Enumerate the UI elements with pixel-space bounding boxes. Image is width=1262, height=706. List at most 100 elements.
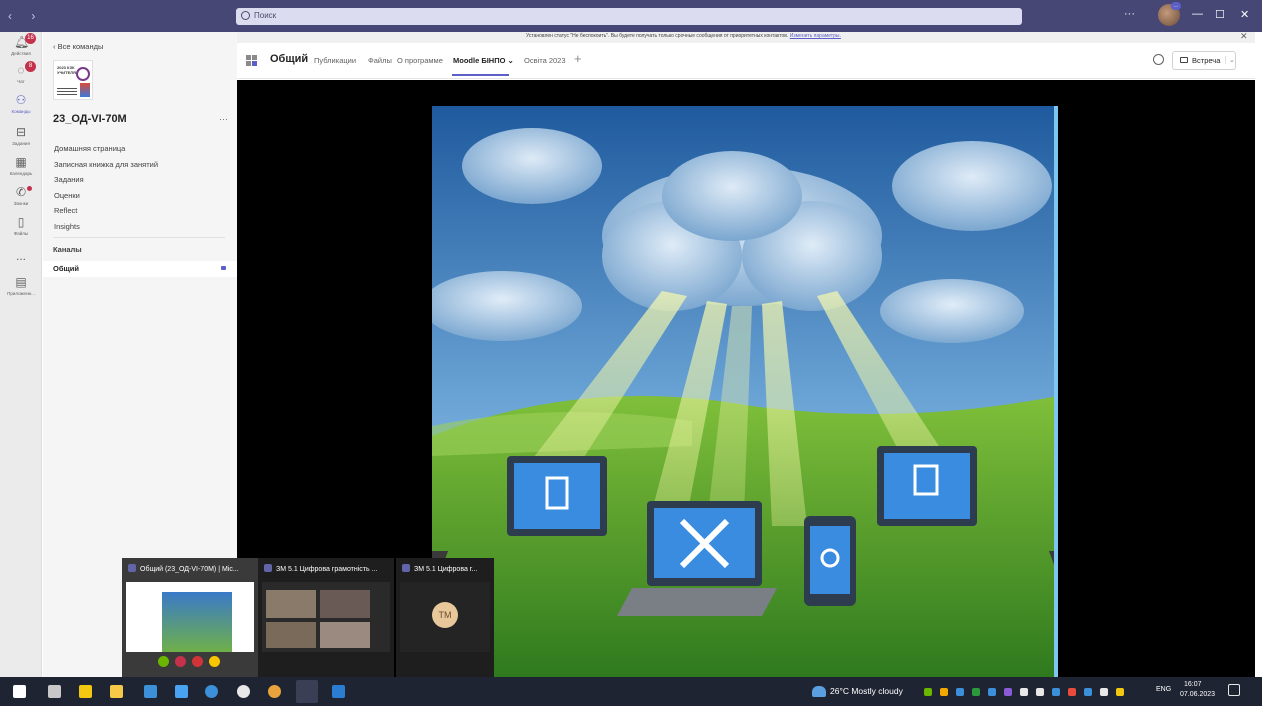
language-indicator[interactable]: ENG	[1156, 686, 1171, 693]
clock-time[interactable]: 16:07	[1184, 681, 1202, 688]
chrome-icon[interactable]	[268, 685, 281, 698]
snipping-tool-icon[interactable]	[175, 685, 188, 698]
nav-item-home[interactable]: Домашняя страница	[54, 141, 158, 157]
teams-icon	[264, 564, 272, 572]
tray-icon[interactable]	[1036, 688, 1044, 696]
rail-item-chat[interactable]: ◌ 8 Чат	[0, 61, 42, 84]
taskbar-preview-teams-general[interactable]: Общий (23_ОД-VI-70М) | Mic...	[122, 558, 258, 677]
taskbar-preview-digital-literacy-2[interactable]: ЗМ 5.1 Цифрова г... ТМ	[396, 558, 494, 677]
add-tab-button[interactable]: +	[574, 51, 582, 66]
mail-icon[interactable]	[144, 685, 157, 698]
rail-item-activity[interactable]: 🔔︎ 16 Действия	[0, 33, 42, 56]
tray-icon[interactable]	[1020, 688, 1028, 696]
tray-icon[interactable]	[956, 688, 964, 696]
meet-button[interactable]: Встреча ⌄	[1172, 51, 1236, 70]
logo-ring-shape	[76, 67, 90, 81]
all-teams-link[interactable]: ‹ Все команды	[53, 42, 103, 51]
rail-item-teams[interactable]: ⚇ Команды	[0, 93, 42, 115]
participant-video	[266, 622, 316, 648]
store-icon[interactable]	[79, 685, 92, 698]
close-window-button[interactable]: ✕	[1240, 8, 1249, 21]
file-explorer-icon[interactable]	[110, 685, 123, 698]
rail-item-calls[interactable]: ✆ Звонки	[0, 186, 42, 206]
nav-item-reflect[interactable]: Reflect	[54, 203, 158, 219]
rail-item-calendar[interactable]: ▦ Календарь	[0, 155, 42, 177]
preview-control-red[interactable]	[175, 656, 186, 667]
preview-control-yellow[interactable]	[209, 656, 220, 667]
nav-item-grades[interactable]: Оценки	[54, 188, 158, 204]
close-icon[interactable]: ✕	[1240, 31, 1248, 42]
windows-start-icon[interactable]	[13, 685, 26, 698]
rail-item-assignments[interactable]: ⊟ Задания	[0, 125, 42, 147]
channel-item-general[interactable]: Общий	[43, 261, 237, 277]
more-icon: ...	[15, 249, 26, 263]
apps-icon: ▤	[15, 275, 27, 289]
search-input[interactable]: Поиск	[236, 8, 1022, 25]
tab-moodle[interactable]: Moodle БІНПО ⌄	[453, 56, 514, 65]
settings-more-button[interactable]: ···	[1124, 8, 1135, 20]
logo-lines-shape	[57, 87, 77, 95]
search-icon	[241, 11, 250, 20]
tab-osvita[interactable]: Освіта 2023	[524, 56, 566, 65]
channel-icon	[246, 55, 260, 66]
preview-control-stop[interactable]	[192, 656, 203, 667]
status-badge: ...	[1171, 2, 1181, 10]
minimize-button[interactable]: —	[1192, 8, 1203, 20]
nav-item-assignments[interactable]: Задания	[54, 172, 158, 188]
tab-files[interactable]: Файлы	[368, 56, 392, 65]
rail-label: Приложени...	[7, 291, 35, 296]
teams-icon	[402, 564, 410, 572]
preview-thumbnail	[262, 582, 390, 652]
preview-control-green[interactable]	[158, 656, 169, 667]
calendar-icon: ▦	[15, 155, 27, 169]
rail-item-apps[interactable]: ▤ Приложени...	[0, 275, 42, 297]
word-icon[interactable]	[332, 685, 345, 698]
tray-icon[interactable]	[940, 688, 948, 696]
clock-date[interactable]: 07.06.2023	[1180, 691, 1215, 698]
conversation-icon[interactable]	[1153, 54, 1164, 65]
rail-label: Команды	[11, 109, 31, 114]
tray-icon[interactable]	[1068, 688, 1076, 696]
nav-item-notebook[interactable]: Записная книжка для занятий	[54, 157, 158, 173]
tray-icon[interactable]	[988, 688, 996, 696]
video-camera-icon	[1180, 57, 1188, 63]
weather-text[interactable]: 26°C Mostly cloudy	[830, 686, 903, 696]
teams-icon: ⚇	[15, 93, 27, 107]
team-more-button[interactable]: ···	[219, 114, 228, 124]
preview-thumbnail: ТМ	[400, 582, 490, 652]
task-view-icon[interactable]	[48, 685, 61, 698]
channel-name: Общий	[53, 264, 80, 273]
tray-icon[interactable]	[972, 688, 980, 696]
maximize-button[interactable]: ☐	[1215, 8, 1225, 21]
change-settings-link[interactable]: Изменить параметры.	[790, 33, 841, 39]
history-nav-arrows[interactable]: ‹ ›	[8, 9, 43, 23]
right-edge-scrollbar[interactable]	[1255, 32, 1262, 677]
rail-label: Действия	[11, 51, 31, 56]
assignments-icon: ⊟	[15, 125, 27, 139]
right-border	[1054, 106, 1058, 677]
banner-message: Установлен статус "Не беспокоить". Вы бу…	[526, 33, 789, 39]
tab-posts[interactable]: Публикации	[314, 56, 356, 65]
tray-icon[interactable]	[1116, 688, 1124, 696]
vpn-icon[interactable]	[205, 685, 218, 698]
tray-icon[interactable]	[1084, 688, 1092, 696]
active-tab-indicator	[452, 74, 509, 76]
preview-image	[162, 592, 232, 652]
tray-icon[interactable]	[1052, 688, 1060, 696]
tab-about[interactable]: О программе	[397, 56, 443, 65]
tray-icon[interactable]	[1100, 688, 1108, 696]
chevron-down-icon[interactable]: ⌄	[1225, 56, 1235, 64]
rail-label: Чат	[17, 79, 25, 84]
chat-badge: 8	[25, 61, 36, 72]
channel-header: Общий Публикации Файлы О программе Moodl…	[237, 43, 1255, 79]
nav-item-insights[interactable]: Insights	[54, 219, 158, 235]
rail-item-more[interactable]: ...	[0, 250, 42, 263]
record-icon[interactable]	[237, 685, 250, 698]
preview-title-text: Общий (23_ОД-VI-70М) | Mic...	[140, 566, 239, 573]
notification-center-icon[interactable]	[1228, 684, 1240, 696]
tray-icon[interactable]	[924, 688, 932, 696]
tray-icon[interactable]	[1004, 688, 1012, 696]
rail-item-files[interactable]: ▯ Файлы	[0, 216, 42, 237]
taskbar-preview-digital-literacy-1[interactable]: ЗМ 5.1 Цифрова грамотність ...	[258, 558, 394, 677]
teams-icon[interactable]	[296, 680, 318, 703]
